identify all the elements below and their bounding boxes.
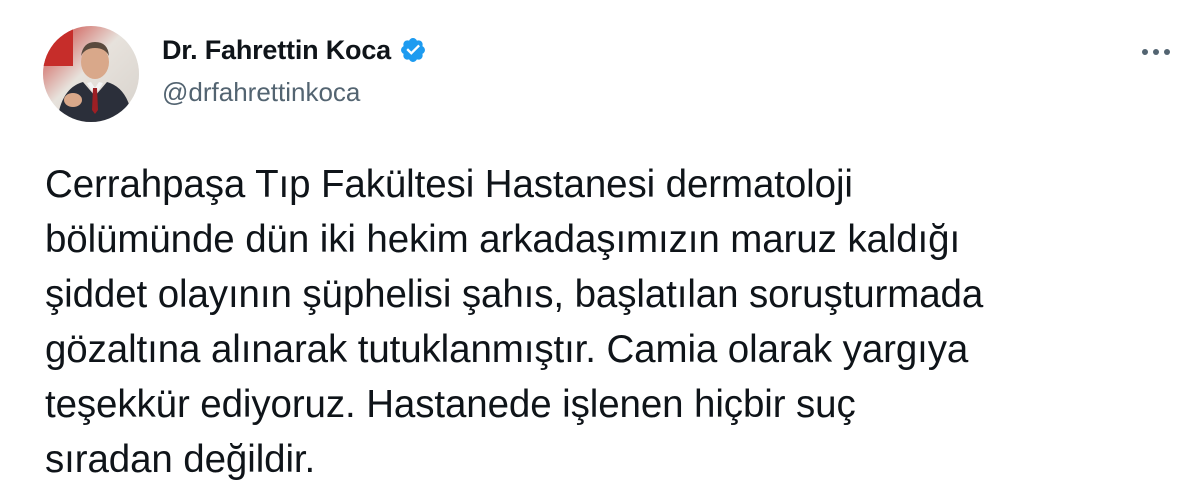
more-options-icon: [1142, 49, 1170, 55]
avatar[interactable]: [43, 26, 139, 122]
display-name[interactable]: Dr. Fahrettin Koca: [162, 33, 391, 67]
verified-badge-icon: [399, 36, 427, 64]
user-handle[interactable]: @drfahrettinkoca: [162, 76, 360, 108]
tweet-card: Dr. Fahrettin Koca @drfahrettinkoca Cerr…: [0, 0, 1200, 503]
more-options-button[interactable]: [1138, 40, 1174, 64]
tweet-text: Cerrahpaşa Tıp Fakültesi Hastanesi derma…: [45, 163, 984, 481]
author-name-row: Dr. Fahrettin Koca: [162, 33, 427, 67]
avatar-photo: [43, 26, 139, 122]
